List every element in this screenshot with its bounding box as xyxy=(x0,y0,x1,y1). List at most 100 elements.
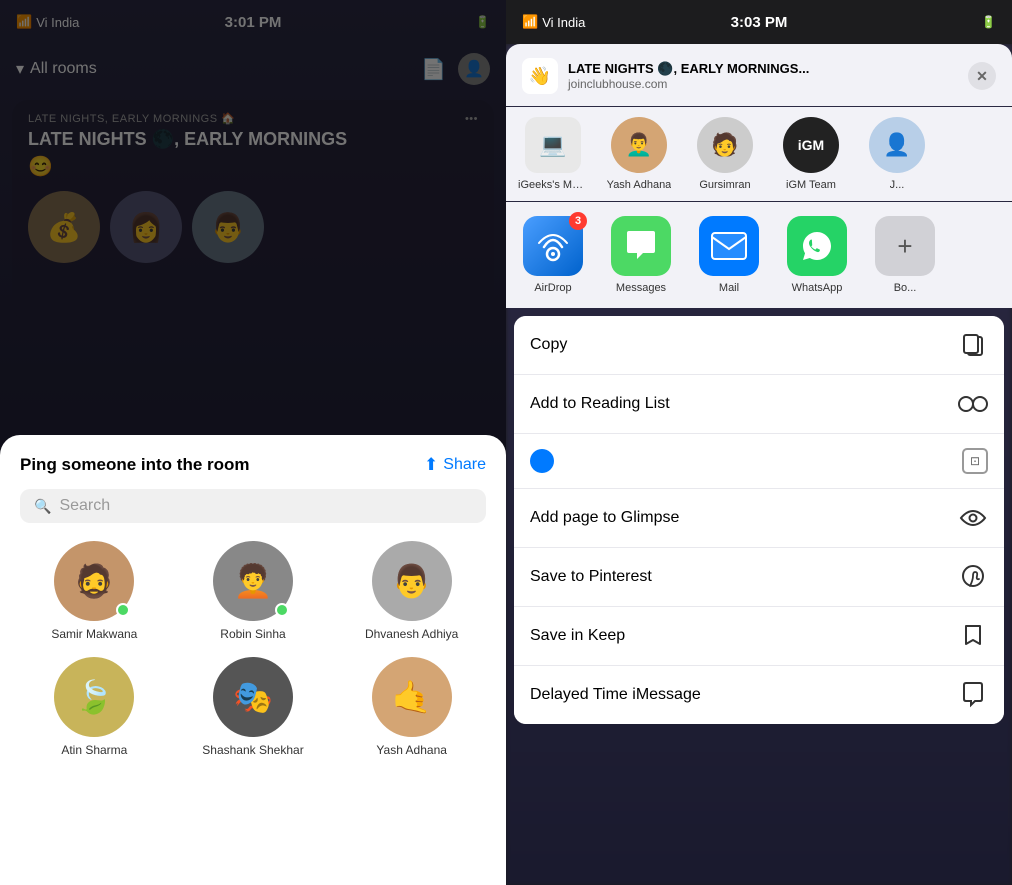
wifi-icon-right: 📶 xyxy=(522,14,538,30)
search-icon: 🔍 xyxy=(34,498,51,515)
contact-name-yash: Yash Adhana xyxy=(376,743,447,757)
ping-modal: Ping someone into the room ⬆ Share 🔍 Sea… xyxy=(0,435,506,885)
share-contact-avatar-gursimran: 🧑 xyxy=(697,117,753,173)
contact-avatar-yash: 🤙 xyxy=(372,657,452,737)
status-bar-right: 📶 Vi India 3:03 PM 🔋 xyxy=(506,0,1012,44)
messages-label: Messages xyxy=(616,282,666,294)
share-url-section: 👋 LATE NIGHTS 🌑, EARLY MORNINGS... joinc… xyxy=(522,58,968,94)
copy-label: Copy xyxy=(530,336,567,354)
add-glimpse-label: Add page to Glimpse xyxy=(530,509,679,527)
action-reading-list[interactable]: Add to Reading List xyxy=(514,375,1004,434)
share-apps-row: 3 AirDrop Messages xyxy=(506,202,1012,308)
contact-name-samir: Samir Makwana xyxy=(51,627,137,641)
whatsapp-label: WhatsApp xyxy=(792,282,843,294)
time-right: 3:03 PM xyxy=(731,14,788,31)
share-sheet: 👋 LATE NIGHTS 🌑, EARLY MORNINGS... joinc… xyxy=(506,44,1012,885)
contact-dhvanesh[interactable]: 👨 Dhvanesh Adhiya xyxy=(337,541,486,641)
whatsapp-icon xyxy=(787,216,847,276)
pinterest-label: Save to Pinterest xyxy=(530,568,652,586)
more-apps-icon: + xyxy=(875,216,935,276)
keep-label: Save in Keep xyxy=(530,627,625,645)
airdrop-label: AirDrop xyxy=(534,282,571,294)
share-contact-name-j: J... xyxy=(890,179,905,191)
reading-list-icon xyxy=(958,389,988,419)
share-close-button[interactable]: ✕ xyxy=(968,62,996,90)
share-contact-avatar-j: 👤 xyxy=(869,117,925,173)
glimpse-small-icon: ⊡ xyxy=(962,448,988,474)
online-indicator-robin xyxy=(275,603,289,617)
share-contact-name-yash: Yash Adhana xyxy=(607,179,672,191)
battery-icon-right: 🔋 xyxy=(981,15,996,29)
share-app-whatsapp[interactable]: WhatsApp xyxy=(782,216,852,294)
share-icon: ⬆ xyxy=(424,455,438,475)
contact-avatar-atin: 🍃 xyxy=(54,657,134,737)
search-placeholder: Search xyxy=(59,497,110,515)
share-url-domain: joinclubhouse.com xyxy=(568,77,809,91)
share-app-messages[interactable]: Messages xyxy=(606,216,676,294)
search-bar[interactable]: 🔍 Search xyxy=(20,489,486,523)
share-contacts-row: 💻 iGeeks's MacBook Pr... 👨‍🦱 Yash Adhana… xyxy=(506,107,1012,201)
contact-avatar-wrap-shashank: 🎭 xyxy=(213,657,293,737)
ping-modal-header: Ping someone into the room ⬆ Share xyxy=(20,455,486,475)
right-panel: 📶 Vi India 3:03 PM 🔋 👋 LATE NIGHTS 🌑, EA… xyxy=(506,0,1012,885)
glimpse-eye-icon xyxy=(958,503,988,533)
share-contact-avatar-yash: 👨‍🦱 xyxy=(611,117,667,173)
share-app-more[interactable]: + Bo... xyxy=(870,216,940,294)
mail-icon xyxy=(699,216,759,276)
share-contact-avatar-macbook: 💻 xyxy=(525,117,581,173)
share-contact-gursimran[interactable]: 🧑 Gursimran xyxy=(690,117,760,191)
left-panel: 📶 Vi India 3:01 PM 🔋 ▾ All rooms 📄 👤 LAT… xyxy=(0,0,506,885)
contact-avatar-shashank: 🎭 xyxy=(213,657,293,737)
airdrop-badge: 3 xyxy=(569,212,587,230)
share-contact-name-macbook: iGeeks's MacBook Pr... xyxy=(518,179,588,191)
action-glimpse-row[interactable]: ⊡ xyxy=(514,434,1004,489)
contact-shashank[interactable]: 🎭 Shashank Shekhar xyxy=(179,657,328,757)
contact-avatar-wrap-yash: 🤙 xyxy=(372,657,452,737)
share-contact-igm[interactable]: iGM iGM Team xyxy=(776,117,846,191)
contact-name-robin: Robin Sinha xyxy=(220,627,285,641)
action-keep[interactable]: Save in Keep xyxy=(514,607,1004,666)
carrier-right: 📶 Vi India xyxy=(522,14,585,30)
contact-name-shashank: Shashank Shekhar xyxy=(202,743,303,757)
share-app-mail[interactable]: Mail xyxy=(694,216,764,294)
share-app-airdrop[interactable]: 3 AirDrop xyxy=(518,216,588,294)
contact-avatar-dhvanesh: 👨 xyxy=(372,541,452,621)
ping-title: Ping someone into the room xyxy=(20,455,250,475)
glimpse-dot xyxy=(530,449,554,473)
online-indicator-samir xyxy=(116,603,130,617)
imessage-icon xyxy=(958,680,988,710)
contact-atin[interactable]: 🍃 Atin Sharma xyxy=(20,657,169,757)
contact-name-atin: Atin Sharma xyxy=(61,743,127,757)
more-apps-label: Bo... xyxy=(894,282,917,294)
contact-avatar-wrap-dhvanesh: 👨 xyxy=(372,541,452,621)
share-contact-name-gursimran: Gursimran xyxy=(699,179,750,191)
contacts-grid: 🧔 Samir Makwana 🧑‍🦱 Robin Sinha 👨 Dhvane… xyxy=(20,541,486,757)
action-pinterest[interactable]: Save to Pinterest xyxy=(514,548,1004,607)
contact-robin[interactable]: 🧑‍🦱 Robin Sinha xyxy=(179,541,328,641)
contact-name-dhvanesh: Dhvanesh Adhiya xyxy=(365,627,458,641)
action-copy[interactable]: Copy xyxy=(514,316,1004,375)
share-url-text: LATE NIGHTS 🌑, EARLY MORNINGS... joinclu… xyxy=(568,61,809,91)
share-contact-j[interactable]: 👤 J... xyxy=(862,117,932,191)
share-button[interactable]: ⬆ Share xyxy=(424,455,486,475)
copy-icon xyxy=(958,330,988,360)
delayed-imessage-label: Delayed Time iMessage xyxy=(530,686,701,704)
share-url-title: LATE NIGHTS 🌑, EARLY MORNINGS... xyxy=(568,61,809,77)
share-contact-name-igm: iGM Team xyxy=(786,179,836,191)
share-contact-macbook[interactable]: 💻 iGeeks's MacBook Pr... xyxy=(518,117,588,191)
contact-avatar-wrap-atin: 🍃 xyxy=(54,657,134,737)
contact-yash[interactable]: 🤙 Yash Adhana xyxy=(337,657,486,757)
pinterest-icon xyxy=(958,562,988,592)
action-delayed-imessage[interactable]: Delayed Time iMessage xyxy=(514,666,1004,724)
contact-samir[interactable]: 🧔 Samir Makwana xyxy=(20,541,169,641)
mail-label: Mail xyxy=(719,282,739,294)
share-contact-yash[interactable]: 👨‍🦱 Yash Adhana xyxy=(604,117,674,191)
action-add-glimpse[interactable]: Add page to Glimpse xyxy=(514,489,1004,548)
share-contact-avatar-igm: iGM xyxy=(783,117,839,173)
reading-list-label: Add to Reading List xyxy=(530,395,670,413)
contact-avatar-wrap-robin: 🧑‍🦱 xyxy=(213,541,293,621)
action-list: Copy Add to Reading List xyxy=(514,316,1004,724)
keep-icon xyxy=(958,621,988,651)
airdrop-icon: 3 xyxy=(523,216,583,276)
contact-avatar-wrap-samir: 🧔 xyxy=(54,541,134,621)
